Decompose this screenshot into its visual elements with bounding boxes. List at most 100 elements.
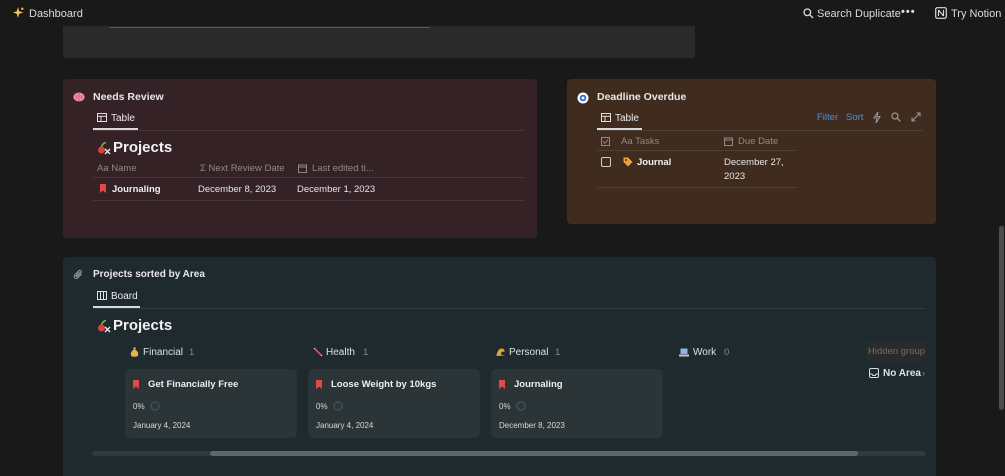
database-title[interactable]: Projects [113,317,172,334]
formula-icon: Σ [200,163,206,174]
text-type-icon: Aa [97,163,109,174]
previous-block [63,26,695,58]
sort-button[interactable]: Sort [846,112,863,123]
calendar-icon [724,137,733,146]
group-health[interactable]: Health [326,347,355,358]
group-no-area[interactable]: No Area [883,368,921,379]
more-options-button[interactable]: ••• [901,6,916,18]
bookmark-icon [316,380,322,389]
tab-table[interactable]: Table [615,113,639,124]
card-title: Loose Weight by 10kgs [331,379,437,390]
tag-icon [623,157,633,167]
checkbox-icon [601,137,610,146]
paperclip-icon [73,269,84,280]
card-date: January 4, 2024 [316,421,374,430]
previous-block-divider [110,27,430,28]
column-header-next-review-date[interactable]: Σ Next Review Date [200,163,285,174]
tab-board[interactable]: Board [111,291,138,302]
row-next-review-date: December 8, 2023 [198,184,277,195]
card-progress: 0% [316,402,328,411]
task-checkbox[interactable] [601,157,611,167]
group-personal[interactable]: Personal [509,347,548,358]
column-header-label: Tasks [635,136,660,147]
sparkle-icon [13,7,24,19]
expand-icon[interactable] [911,112,921,122]
task-due-date-line2: 2023 [724,171,746,182]
column-header-name[interactable]: Aa Name [97,163,137,174]
board-card[interactable]: Journaling 0% December 8, 2023 [492,370,662,437]
column-header-tasks[interactable]: Aa Tasks [621,136,659,147]
row-name[interactable]: Journaling [112,184,161,195]
card-date: January 4, 2024 [133,421,191,430]
header-divider [93,177,525,178]
row-divider [93,200,525,201]
try-notion-button[interactable]: Try Notion [951,8,1001,20]
bookmark-icon [100,184,106,193]
top-bar: Dashboard Search Duplicate ••• Try Notio… [0,0,1005,28]
hidden-groups-label[interactable]: Hidden groups [867,341,925,362]
column-header-label: Name [111,163,137,174]
board-card[interactable]: Get Financially Free 0% January 4, 2024 [126,370,296,437]
column-header-label: Next Review Date [208,163,285,174]
wave-icon [496,347,506,357]
projects-by-area-title: Projects sorted by Area [93,269,205,280]
card-title: Get Financially Free [148,379,239,390]
calendar-icon [298,164,307,173]
projects-by-area-callout [63,257,936,476]
lightning-icon[interactable] [873,112,881,123]
vertical-scrollbar[interactable] [999,226,1004,410]
deadline-overdue-title: Deadline Overdue [597,91,687,103]
progress-ring-icon [516,401,526,411]
bookmark-icon [133,380,139,389]
table-icon [97,113,107,122]
inbox-icon [869,368,879,378]
row-divider [597,187,797,188]
table-icon [601,113,611,122]
group-count: 1 [555,347,561,358]
notion-logo-icon [935,7,947,19]
money-bag-icon [130,347,139,357]
search-icon[interactable] [891,112,901,122]
chevron-right-icon: › [922,368,926,379]
card-progress: 0% [499,402,511,411]
group-count: 0 [724,347,730,358]
table-row[interactable]: Journaling December 8, 2023 December 1, … [93,179,525,200]
brain-icon [73,92,85,102]
group-count: 1 [363,347,369,358]
progress-ring-icon [333,401,343,411]
bookmark-icon [499,380,505,389]
duplicate-button[interactable]: Duplicate [855,8,901,20]
database-title[interactable]: Projects [113,139,172,156]
tab-divider [93,308,925,309]
filter-button[interactable]: Filter [817,112,838,123]
needs-review-title: Needs Review [93,91,164,103]
laptop-icon [679,348,689,357]
task-due-date-line1: December 27, [724,157,784,168]
search-button[interactable]: Search [817,8,852,20]
group-financial[interactable]: Financial [143,347,183,358]
column-header-due-date[interactable]: Due Date [738,136,778,147]
horizontal-scrollbar-thumb[interactable] [210,451,858,456]
card-date: December 8, 2023 [499,421,565,430]
card-title: Journaling [514,379,563,390]
board-icon [97,291,107,300]
group-count: 1 [189,347,195,358]
card-progress: 0% [133,402,145,411]
tab-table[interactable]: Table [111,113,135,124]
projects-icon [97,141,111,155]
progress-ring-icon [150,401,160,411]
row-last-edited: December 1, 2023 [297,184,376,195]
tab-divider [93,130,525,131]
text-type-icon: Aa [621,136,633,147]
syringe-icon [313,347,323,357]
group-work[interactable]: Work [693,347,716,358]
tab-divider [597,130,923,131]
projects-icon [97,319,111,333]
column-header-last-edited[interactable]: Last edited ti... [312,163,374,174]
task-name[interactable]: Journal [637,157,671,168]
record-icon [577,92,589,104]
page-title[interactable]: Dashboard [29,8,83,20]
search-icon[interactable] [803,8,814,19]
board-card[interactable]: Loose Weight by 10kgs 0% January 4, 2024 [309,370,479,437]
header-divider [597,150,797,151]
